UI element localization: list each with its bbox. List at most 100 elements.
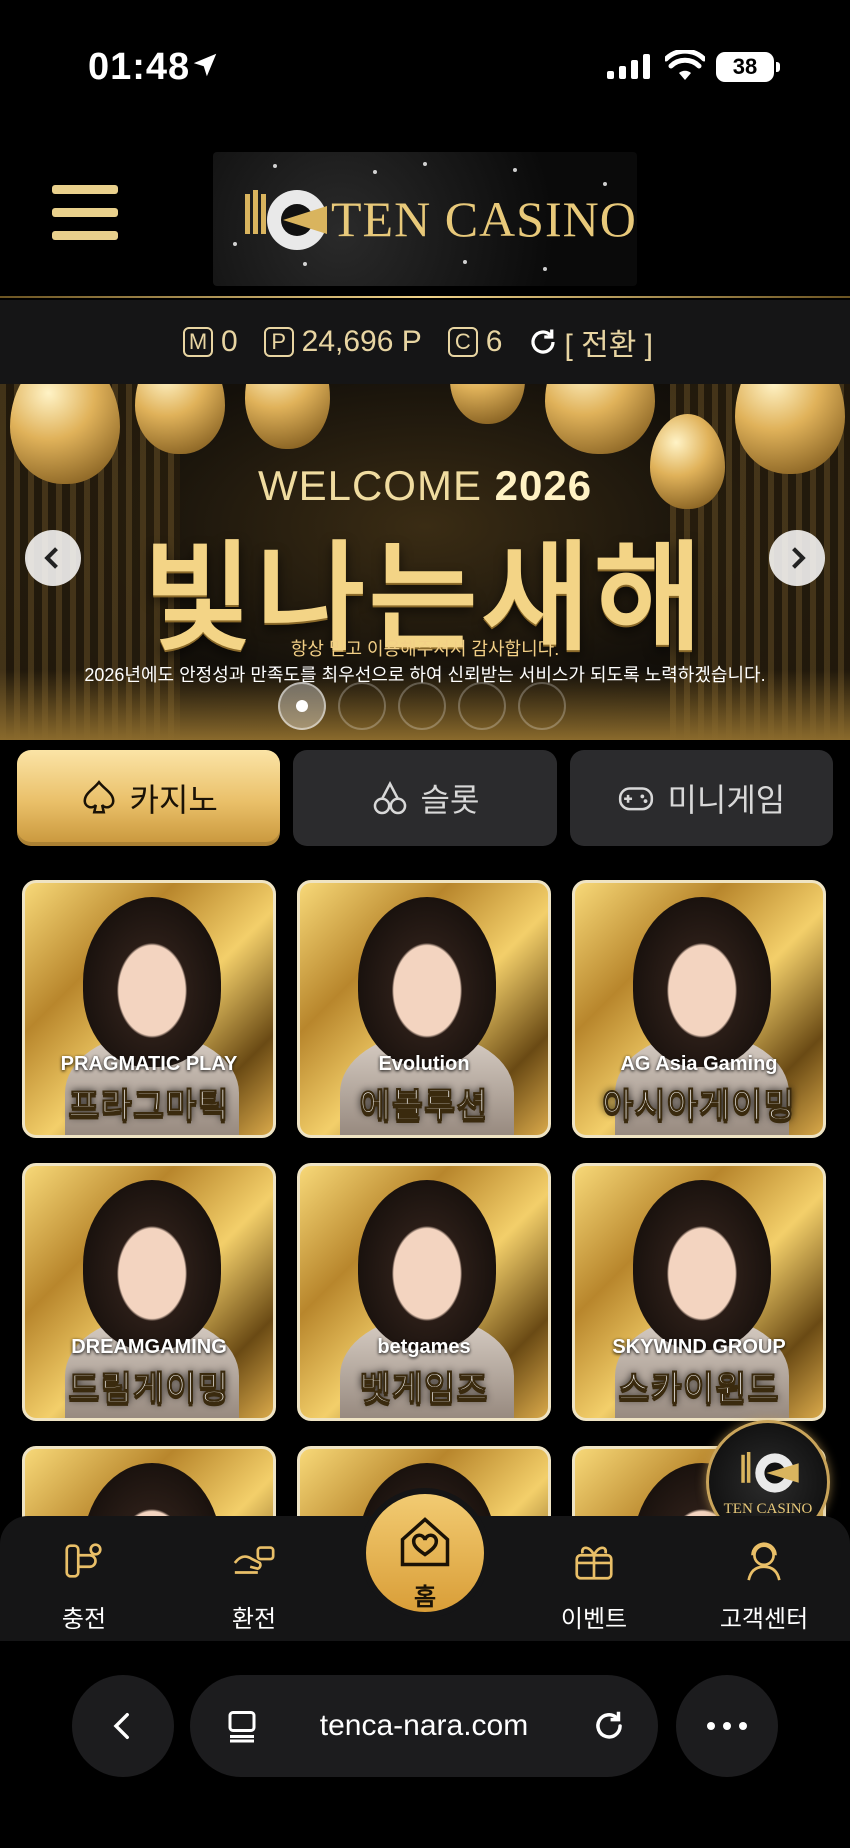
provider-logo: AG Asia Gaming	[620, 1053, 778, 1075]
point-balance-value: 24,696 P	[301, 325, 422, 358]
tab-slot[interactable]: 슬롯	[293, 750, 557, 846]
provider-logo: betgames	[377, 1336, 471, 1358]
nav-withdraw-label: 환전	[231, 1606, 277, 1633]
location-arrow-icon	[193, 53, 217, 77]
category-tabs: 카지노 슬롯 미니게임	[17, 750, 833, 846]
convert-label: [ 전환 ]	[564, 329, 654, 362]
tab-casino-label: 카지노	[129, 782, 218, 818]
chevron-left-icon	[113, 1712, 129, 1740]
tab-casino[interactable]: 카지노	[17, 750, 281, 846]
pagination-dot[interactable]	[278, 682, 326, 730]
game-card-skywind[interactable]: SKYWIND GROUP 스카이윈드	[572, 1163, 826, 1421]
more-options-button[interactable]	[676, 1675, 778, 1777]
refresh-icon	[531, 329, 556, 354]
ten-casino-logo[interactable]: TEN CASINO	[213, 152, 637, 286]
nav-home-label: 홈	[413, 1584, 437, 1611]
pagination-dot[interactable]	[398, 682, 446, 730]
spade-icon	[82, 780, 115, 814]
cherry-icon	[373, 781, 406, 815]
headset-support-icon	[747, 1542, 781, 1581]
convert-button[interactable]: [ 전환 ]	[528, 320, 653, 364]
point-balance: P 24,696 P	[263, 325, 422, 359]
game-card-evolution[interactable]: Evolution 에볼루션	[297, 880, 551, 1138]
game-card-title: 에볼루션	[359, 1087, 489, 1126]
model-portrait	[633, 1180, 771, 1350]
nav-withdraw[interactable]: 환전	[194, 1516, 314, 1641]
deposit-hand-icon	[65, 1543, 102, 1578]
m-badge: M	[182, 327, 213, 357]
reload-icon[interactable]	[590, 1707, 628, 1745]
wifi-icon	[665, 50, 705, 80]
model-portrait	[83, 1463, 221, 1520]
withdraw-hand-icon	[233, 1546, 275, 1574]
banner-subtitle-1: 항상 믿고 이용해주셔서 감사합니다.	[290, 639, 560, 659]
home-heart-icon	[400, 1517, 450, 1567]
tab-minigame[interactable]: 미니게임	[569, 750, 833, 846]
nav-home-button[interactable]: 홈	[360, 1488, 490, 1618]
battery-indicator: 38	[716, 52, 780, 82]
ellipsis-dot	[739, 1722, 747, 1730]
game-card-title: 아시아게이밍	[602, 1087, 796, 1126]
model-portrait	[83, 897, 221, 1067]
ellipsis-dot	[707, 1722, 715, 1730]
coupon-balance-value: 6	[485, 325, 503, 358]
browser-toolbar: tenca-nara.com	[0, 1641, 850, 1848]
c-badge: C	[447, 327, 478, 357]
game-provider-grid: PRAGMATIC PLAY 프라그마틱 Evolution 에볼루션 AG Asi…	[22, 880, 828, 1520]
tab-slot-label: 슬롯	[420, 782, 480, 818]
url-text: tenca-nara.com	[319, 1709, 529, 1742]
hamburger-menu-icon[interactable]	[52, 185, 118, 241]
balloon	[245, 384, 330, 449]
provider-logo: PRAGMATIC PLAY	[60, 1053, 238, 1075]
game-card-partial[interactable]	[22, 1446, 276, 1520]
chevron-left-icon	[44, 547, 58, 569]
game-card-title: 드림게이밍	[68, 1370, 230, 1409]
provider-logo: SKYWIND GROUP	[612, 1336, 786, 1358]
game-card-dreamgaming[interactable]: DREAMGAMING 드림게이밍	[22, 1163, 276, 1421]
tab-minigame-label: 미니게임	[667, 782, 786, 818]
game-card-title: 프라그마틱	[68, 1087, 230, 1126]
ellipsis-dot	[723, 1722, 731, 1730]
pagination-dot[interactable]	[458, 682, 506, 730]
provider-logo: DREAMGAMING	[71, 1336, 227, 1358]
logo-text: TEN CASINO	[331, 191, 637, 247]
browser-back-button[interactable]	[72, 1675, 174, 1777]
chevron-right-icon	[792, 547, 806, 569]
game-card-betgames[interactable]: betgames 벳게임즈	[297, 1163, 551, 1421]
banner-pagination	[278, 682, 566, 730]
nav-charge[interactable]: 충전	[24, 1516, 144, 1641]
balloon	[545, 384, 655, 454]
p-badge: P	[263, 327, 294, 357]
balloon	[450, 384, 525, 424]
m-balance-value: 0	[220, 325, 238, 358]
nav-support[interactable]: 고객센터	[704, 1516, 824, 1641]
model-portrait	[633, 897, 771, 1067]
coupon-balance: C 6	[447, 325, 503, 359]
site-header: TEN CASINO	[0, 130, 850, 298]
header-divider	[0, 296, 850, 298]
gift-icon	[575, 1546, 613, 1580]
cellular-signal-icon	[607, 54, 650, 79]
promo-banner[interactable]: WELCOME 2026 빛나는새해 항상 믿고 이용해주셔서 감사합니다. 2…	[0, 384, 850, 740]
nav-event-label: 이벤트	[560, 1606, 628, 1633]
model-portrait	[358, 1180, 496, 1350]
pagination-dot[interactable]	[338, 682, 386, 730]
banner-next-button[interactable]	[769, 530, 825, 586]
nav-event[interactable]: 이벤트	[534, 1516, 654, 1641]
provider-logo: Evolution	[378, 1053, 470, 1075]
m-balance: M 0	[182, 325, 238, 359]
game-card-title: 스카이윈드	[618, 1370, 780, 1409]
game-card-pragmatic[interactable]: PRAGMATIC PLAY 프라그마틱	[22, 880, 276, 1138]
gamepad-icon	[619, 787, 654, 811]
model-portrait	[83, 1180, 221, 1350]
game-card-asia-gaming[interactable]: AG Asia Gaming 아시아게이밍	[572, 880, 826, 1138]
banner-prev-button[interactable]	[25, 530, 81, 586]
status-bar: 01:48 38	[0, 0, 850, 130]
logo-emblem-icon	[245, 190, 327, 250]
nav-support-label: 고객센터	[719, 1606, 809, 1633]
pagination-dot[interactable]	[518, 682, 566, 730]
game-card-title: 벳게임즈	[359, 1370, 489, 1409]
address-bar[interactable]: tenca-nara.com	[190, 1675, 658, 1777]
status-time: 01:48	[88, 46, 191, 88]
logo-emblem-icon	[741, 1452, 799, 1493]
